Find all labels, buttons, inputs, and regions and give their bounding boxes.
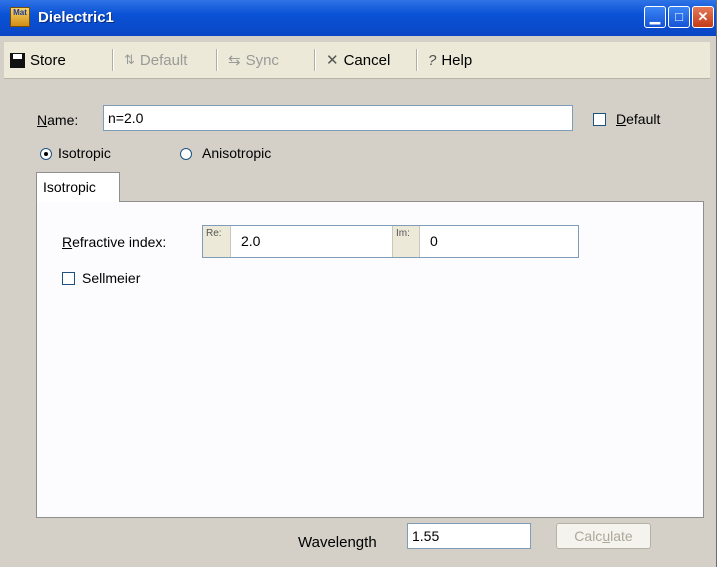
title-bar[interactable]: Mat Dielectric1 ▁ □ ✕: [0, 0, 716, 36]
wavelength-label: Wavelength: [298, 534, 377, 551]
app-icon: Mat: [10, 7, 30, 27]
help-label: Help: [441, 51, 473, 69]
maximize-button[interactable]: □: [668, 6, 690, 28]
im-tag: Im:: [392, 226, 420, 257]
default-checkbox-label[interactable]: Default: [616, 111, 660, 127]
cancel-label: Cancel: [343, 51, 391, 69]
sync-label: Sync: [245, 51, 279, 69]
store-button[interactable]: Store: [10, 50, 66, 70]
dielectric-window: Mat Dielectric1 ▁ □ ✕ Store ⇅ Default ⇆ …: [0, 0, 717, 567]
store-label: Store: [30, 51, 66, 69]
help-button[interactable]: ? Help: [428, 50, 472, 70]
cancel-icon: ✕: [326, 52, 339, 69]
window-title: Dielectric1: [38, 9, 114, 26]
wavelength-input[interactable]: [407, 523, 531, 549]
toolbar-separator: [216, 49, 218, 71]
close-button[interactable]: ✕: [692, 6, 714, 28]
calc-text-1: Calc: [574, 528, 603, 544]
toolbar: Store ⇅ Default ⇆ Sync ✕ Cancel ? Help: [4, 42, 710, 79]
help-icon: ?: [428, 51, 437, 69]
calc-accel: u: [602, 528, 611, 544]
anisotropic-radio[interactable]: [180, 148, 192, 160]
anisotropic-radio-label[interactable]: Anisotropic: [202, 145, 271, 161]
default-checkbox[interactable]: [593, 113, 606, 126]
name-label-text: ame:: [47, 112, 79, 128]
isotropic-radio[interactable]: [40, 148, 52, 160]
name-input[interactable]: [103, 105, 573, 131]
app-icon-text: Mat: [13, 8, 27, 17]
toolbar-separator: [416, 49, 418, 71]
tab-isotropic-label: Isotropic: [43, 179, 96, 195]
default-button[interactable]: ⇅ Default: [124, 50, 187, 70]
calculate-button[interactable]: Calculate: [556, 523, 651, 549]
refractive-index-field: Re: 2.0 Im: 0: [202, 225, 579, 258]
calc-text-2: late: [610, 528, 633, 544]
default-label: Default: [139, 51, 188, 69]
re-input[interactable]: 2.0: [241, 233, 260, 249]
name-label-accel: N: [37, 112, 48, 128]
default-checkbox-text: efault: [626, 111, 661, 127]
re-tag: Re:: [203, 226, 231, 257]
close-icon: ✕: [697, 9, 709, 24]
refractive-index-accel: R: [62, 234, 73, 250]
minimize-icon: ▁: [650, 9, 660, 24]
isotropic-radio-label[interactable]: Isotropic: [58, 145, 111, 161]
cancel-button[interactable]: ✕ Cancel: [326, 50, 390, 70]
default-checkbox-accel: D: [616, 111, 627, 127]
sync-button[interactable]: ⇆ Sync: [228, 50, 279, 70]
maximize-icon: □: [675, 9, 683, 24]
toolbar-separator: [314, 49, 316, 71]
im-input[interactable]: 0: [430, 233, 438, 249]
refractive-index-label: Refractive index:: [62, 234, 166, 250]
sellmeier-label[interactable]: Sellmeier: [82, 270, 140, 286]
tab-isotropic[interactable]: Isotropic: [36, 172, 120, 202]
refractive-index-text: efractive index:: [72, 234, 167, 250]
floppy-disk-icon: [10, 52, 25, 68]
sellmeier-checkbox[interactable]: [62, 272, 75, 285]
default-icon: ⇅: [124, 52, 135, 67]
sync-icon: ⇆: [228, 52, 241, 69]
minimize-button[interactable]: ▁: [644, 6, 666, 28]
name-label: Name:: [37, 112, 78, 128]
toolbar-separator: [112, 49, 114, 71]
